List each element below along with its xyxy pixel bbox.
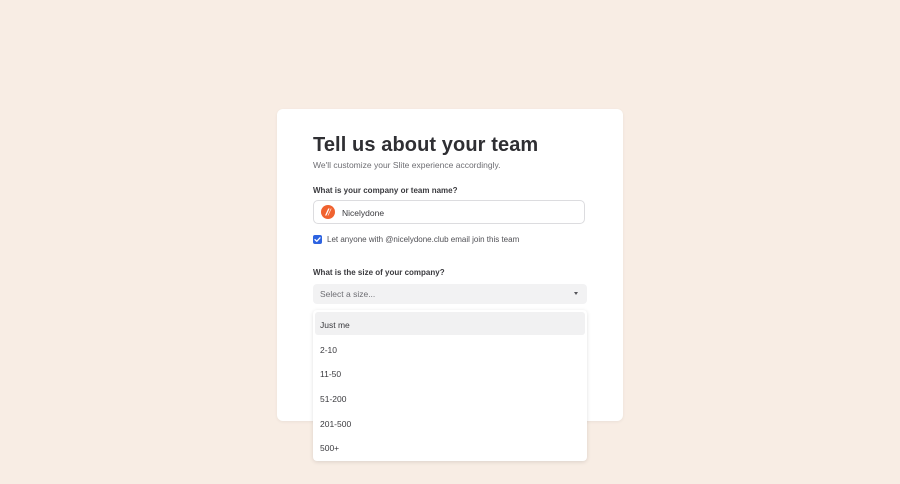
team-name-field[interactable]: Nicelydone [313, 200, 585, 224]
size-option-label: 2-10 [320, 345, 338, 355]
size-option-label: 11-50 [320, 369, 342, 379]
size-option-label: 51-200 [320, 394, 347, 404]
company-size-dropdown: Just me 2-10 11-50 51-200 201-500 500+ [313, 310, 587, 461]
size-option-51-200[interactable]: 51-200 [315, 386, 585, 409]
company-size-select[interactable]: Select a size... [313, 284, 587, 304]
company-size-label: What is the size of your company? [313, 268, 445, 277]
size-option-2-10[interactable]: 2-10 [315, 337, 585, 360]
size-option-label: Just me [320, 320, 350, 330]
team-name-value: Nicelydone [342, 208, 385, 218]
size-option-label: 500+ [320, 443, 340, 453]
size-option-11-50[interactable]: 11-50 [315, 361, 585, 384]
company-size-placeholder: Select a size... [320, 289, 376, 299]
join-checkbox-label[interactable]: Let anyone with @nicelydone.club email j… [327, 235, 519, 244]
page-subtitle: We'll customize your Slite experience ac… [313, 160, 501, 170]
caret-down-icon [574, 292, 578, 295]
nicelydone-logo-icon [321, 205, 335, 219]
team-name-label: What is your company or team name? [313, 186, 458, 195]
size-option-just-me[interactable]: Just me [315, 312, 585, 335]
size-option-label: 201-500 [320, 419, 352, 429]
join-checkbox[interactable] [313, 235, 322, 244]
page-title: Tell us about your team [313, 134, 539, 156]
size-option-201-500[interactable]: 201-500 [315, 411, 585, 434]
size-option-500-plus[interactable]: 500+ [315, 435, 585, 458]
